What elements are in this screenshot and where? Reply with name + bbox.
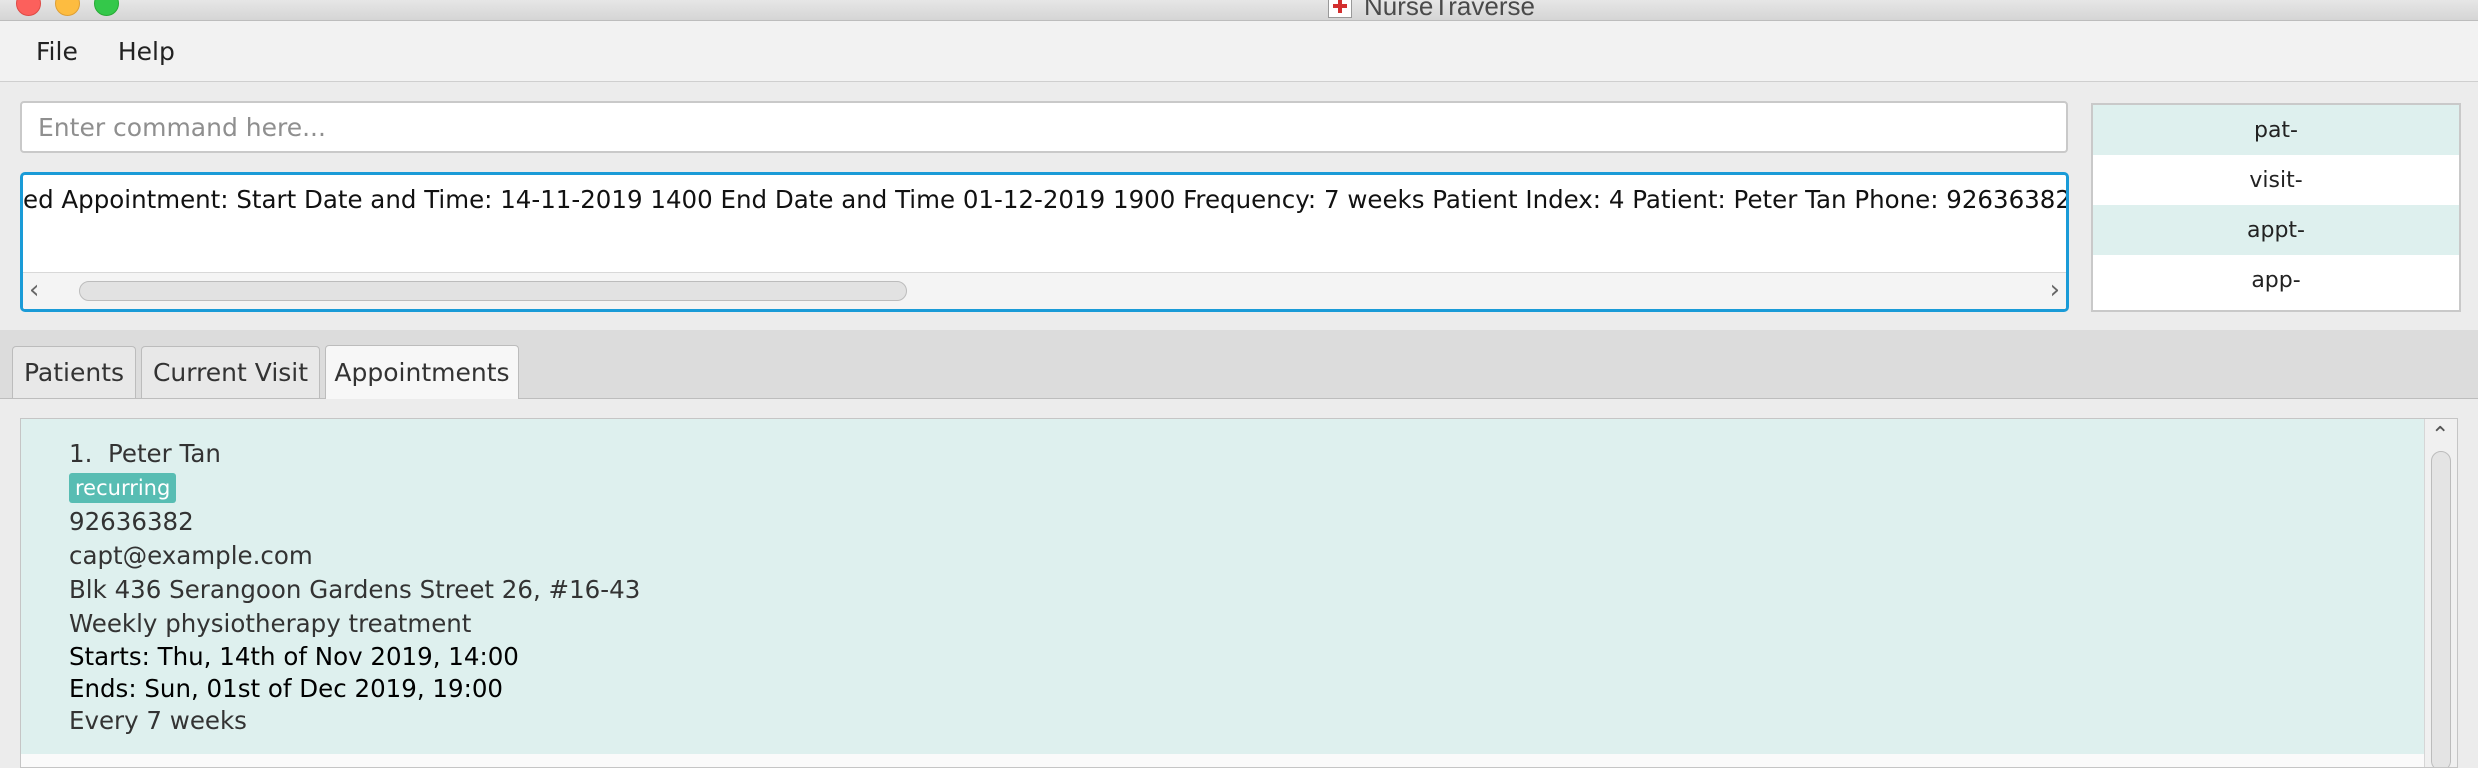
- chevron-up-icon[interactable]: ⌃: [2431, 423, 2449, 448]
- tab-current-visit[interactable]: Current Visit: [141, 346, 320, 398]
- appointment-start: Starts: Thu, 14th of Nov 2019, 14:00: [69, 642, 519, 671]
- suggestion-item[interactable]: pat-: [2093, 105, 2459, 155]
- patient-phone: 92636382: [69, 507, 194, 536]
- red-cross-icon: [1328, 0, 1352, 18]
- vertical-scrollbar[interactable]: ⌃: [2424, 419, 2457, 767]
- tab-appointments[interactable]: Appointments: [325, 345, 519, 399]
- tab-bar: Patients Current Visit Appointments: [0, 330, 2478, 399]
- suggestion-item[interactable]: visit-: [2093, 155, 2459, 205]
- appointment-description: Weekly physiotherapy treatment: [69, 609, 472, 638]
- command-suggestion-list: pat- visit- appt- app-: [2091, 103, 2461, 312]
- menu-file[interactable]: File: [16, 37, 98, 66]
- close-window-button[interactable]: [16, 0, 41, 16]
- minimize-window-button[interactable]: [55, 0, 80, 16]
- title-bar: NurseTraverse: [0, 0, 2478, 21]
- menu-bar: File Help: [0, 21, 2478, 82]
- appointment-end: Ends: Sun, 01st of Dec 2019, 19:00: [69, 674, 504, 703]
- chevron-left-icon[interactable]: ‹: [29, 277, 39, 303]
- command-input[interactable]: [20, 101, 2068, 153]
- list-item[interactable]: 1. Peter Tan recurring 92636382 capt@exa…: [21, 419, 2427, 754]
- horizontal-scrollbar[interactable]: ‹ ›: [23, 272, 2066, 309]
- suggestion-item[interactable]: appt-: [2093, 205, 2459, 255]
- scrollbar-thumb[interactable]: [79, 281, 907, 301]
- patient-name: Peter Tan: [107, 439, 221, 468]
- appointment-header: 1. Peter Tan: [69, 439, 221, 468]
- appointment-list[interactable]: 1. Peter Tan recurring 92636382 capt@exa…: [20, 418, 2458, 768]
- tab-patients[interactable]: Patients: [12, 346, 136, 398]
- tag-badge: recurring: [69, 473, 177, 503]
- scrollbar-thumb[interactable]: [2431, 451, 2451, 767]
- patient-address: Blk 436 Serangoon Gardens Street 26, #16…: [69, 575, 641, 604]
- maximize-window-button[interactable]: [94, 0, 119, 16]
- menu-help[interactable]: Help: [98, 37, 195, 66]
- result-text: ed Appointment: Start Date and Time: 14-…: [23, 185, 2069, 214]
- result-display[interactable]: ed Appointment: Start Date and Time: 14-…: [20, 172, 2069, 312]
- appointment-frequency: Every 7 weeks: [69, 706, 247, 735]
- window-title-group: NurseTraverse: [1328, 0, 1535, 21]
- window-title: NurseTraverse: [1364, 0, 1535, 21]
- patient-email: capt@example.com: [69, 541, 313, 570]
- appointment-index: 1.: [69, 439, 93, 468]
- chevron-right-icon[interactable]: ›: [2050, 277, 2060, 303]
- suggestion-item[interactable]: app-: [2093, 255, 2459, 305]
